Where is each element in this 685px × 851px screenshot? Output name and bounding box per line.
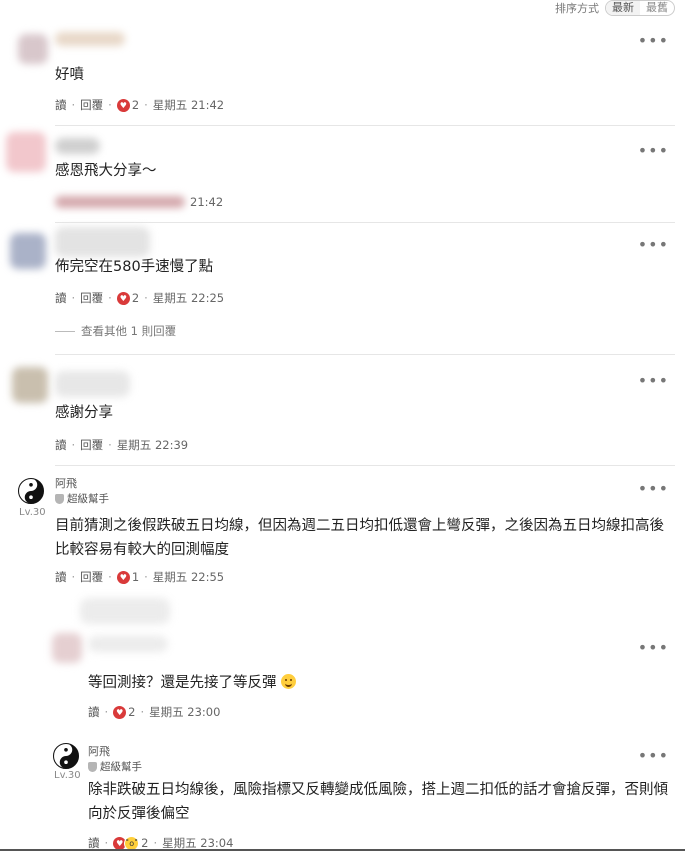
user-badge: 超級幫手 xyxy=(55,491,109,506)
grinning-emoji-icon xyxy=(281,674,297,689)
comment-meta: 讀 · 回覆 · 星期五 22:39 xyxy=(55,437,189,453)
reaction-count[interactable]: ♥ 2 xyxy=(116,291,139,305)
reaction-count[interactable]: ♥ 2 xyxy=(116,98,139,112)
heart-like-icon: ♥ xyxy=(116,570,130,584)
reaction-count[interactable]: ♥ 2 xyxy=(113,705,135,719)
reply-button[interactable]: 回覆 xyxy=(80,569,103,585)
comment-meta: 讀 · ♥ 2 · 星期五 23:00 xyxy=(88,704,221,720)
read-button[interactable]: 讀 xyxy=(88,704,100,720)
read-button[interactable]: 讀 xyxy=(55,290,67,306)
more-options-icon[interactable]: ••• xyxy=(638,33,669,49)
yin-yang-avatar-icon[interactable] xyxy=(53,743,79,769)
sort-label: 排序方式 xyxy=(555,2,599,15)
heart-like-icon: ♥ xyxy=(116,98,130,112)
avatar[interactable] xyxy=(12,367,48,403)
timestamp: 星期五 21:42 xyxy=(152,98,225,112)
username-blurred xyxy=(55,227,150,257)
reply-1: ••• 等回測接？還是先接了等反彈 讀 · ♥ 2 · 星期五 23:00 xyxy=(0,598,685,728)
timestamp: 21:42 xyxy=(190,195,224,209)
user-level: Lv.30 xyxy=(54,770,81,781)
reply-button[interactable]: 回覆 xyxy=(80,437,103,453)
more-options-icon[interactable]: ••• xyxy=(638,373,669,389)
comment-text: 等回測接？還是先接了等反彈 xyxy=(88,671,297,695)
username-blurred xyxy=(55,371,130,397)
username-blurred xyxy=(80,598,170,624)
reply-button[interactable]: 回覆 xyxy=(80,290,103,306)
more-options-icon[interactable]: ••• xyxy=(638,748,669,764)
sort-option-oldest[interactable]: 最舊 xyxy=(640,1,674,15)
comment-meta: 21:42 xyxy=(190,195,223,209)
view-more-replies[interactable]: 查看其他 1 則回覆 xyxy=(55,323,176,339)
avatar[interactable] xyxy=(52,633,82,663)
comment-text: 佈完空在580手速慢了點 xyxy=(55,259,214,275)
comment-1: ••• 好噴 讀 · 回覆 · ♥ 2 · 星期五 21:42 xyxy=(0,20,685,125)
sort-bar: 排序方式 最新 最舊 xyxy=(555,0,675,16)
reply-2: Lv.30 阿飛 超級幫手 ••• 除非跌破五日均線後，風險指標又反轉變成低風險… xyxy=(0,735,685,851)
comment-meta: 讀 · 回覆 · ♥ 1 · 星期五 22:55 xyxy=(55,569,225,585)
more-options-icon[interactable]: ••• xyxy=(638,640,669,656)
username[interactable]: 阿飛 xyxy=(88,743,110,759)
meta-blurred xyxy=(55,196,185,208)
shield-badge-icon xyxy=(55,493,64,504)
shield-badge-icon xyxy=(88,761,97,772)
more-options-icon[interactable]: ••• xyxy=(638,237,669,253)
reply-button[interactable]: 回覆 xyxy=(80,97,103,113)
read-button[interactable]: 讀 xyxy=(55,569,67,585)
yin-yang-avatar-icon[interactable] xyxy=(18,478,44,504)
comment-4: ••• 感謝分享 讀 · 回覆 · 星期五 22:39 xyxy=(0,355,685,465)
read-button[interactable]: 讀 xyxy=(55,437,67,453)
heart-like-icon: ♥ xyxy=(116,291,130,305)
username-blurred xyxy=(55,32,125,46)
user-badge: 超級幫手 xyxy=(88,759,142,774)
avatar[interactable] xyxy=(18,34,48,64)
comment-3: ••• 佈完空在580手速慢了點 讀 · 回覆 · ♥ 2 · 星期五 22:25… xyxy=(0,223,685,353)
reaction-count[interactable]: ♥ 1 xyxy=(116,570,139,584)
user-level: Lv.30 xyxy=(19,507,46,518)
comment-text: 好噴 xyxy=(55,67,84,83)
username[interactable]: 阿飛 xyxy=(55,475,77,491)
read-button[interactable]: 讀 xyxy=(55,97,67,113)
comment-2: ••• 感恩飛大分享～ 21:42 xyxy=(0,126,685,222)
timestamp: 星期五 22:55 xyxy=(152,570,225,584)
sort-toggle[interactable]: 最新 最舊 xyxy=(605,0,675,16)
avatar[interactable] xyxy=(6,132,46,172)
heart-like-icon: ♥ xyxy=(113,705,127,719)
comment-text: 目前猜測之後假跌破五日均線，但因為週二五日均扣低還會上彎反彈，之後因為五日均線扣… xyxy=(55,518,664,558)
comment-meta: 讀 · 回覆 · ♥ 2 · 星期五 22:25 xyxy=(55,290,225,306)
comment-text: 感謝分享 xyxy=(55,405,113,421)
avatar[interactable] xyxy=(10,233,46,269)
timestamp: 星期五 23:00 xyxy=(149,705,221,719)
more-options-icon[interactable]: ••• xyxy=(638,481,669,497)
comment-text: 除非跌破五日均線後，風險指標又反轉變成低風險，搭上週二扣低的話才會搶反彈，否則傾… xyxy=(88,782,668,822)
username-blurred xyxy=(88,636,168,652)
more-options-icon[interactable]: ••• xyxy=(638,143,669,159)
timestamp: 星期五 22:39 xyxy=(116,438,189,452)
timestamp: 星期五 22:25 xyxy=(152,291,225,305)
sort-option-newest[interactable]: 最新 xyxy=(606,1,640,15)
comment-meta: 讀 · 回覆 · ♥ 2 · 星期五 21:42 xyxy=(55,97,225,113)
comment-text: 感恩飛大分享～ xyxy=(55,163,157,179)
username-blurred xyxy=(55,138,100,154)
comment-5: Lv.30 阿飛 超級幫手 ••• 目前猜測之後假跌破五日均線，但因為週二五日均… xyxy=(0,466,685,596)
